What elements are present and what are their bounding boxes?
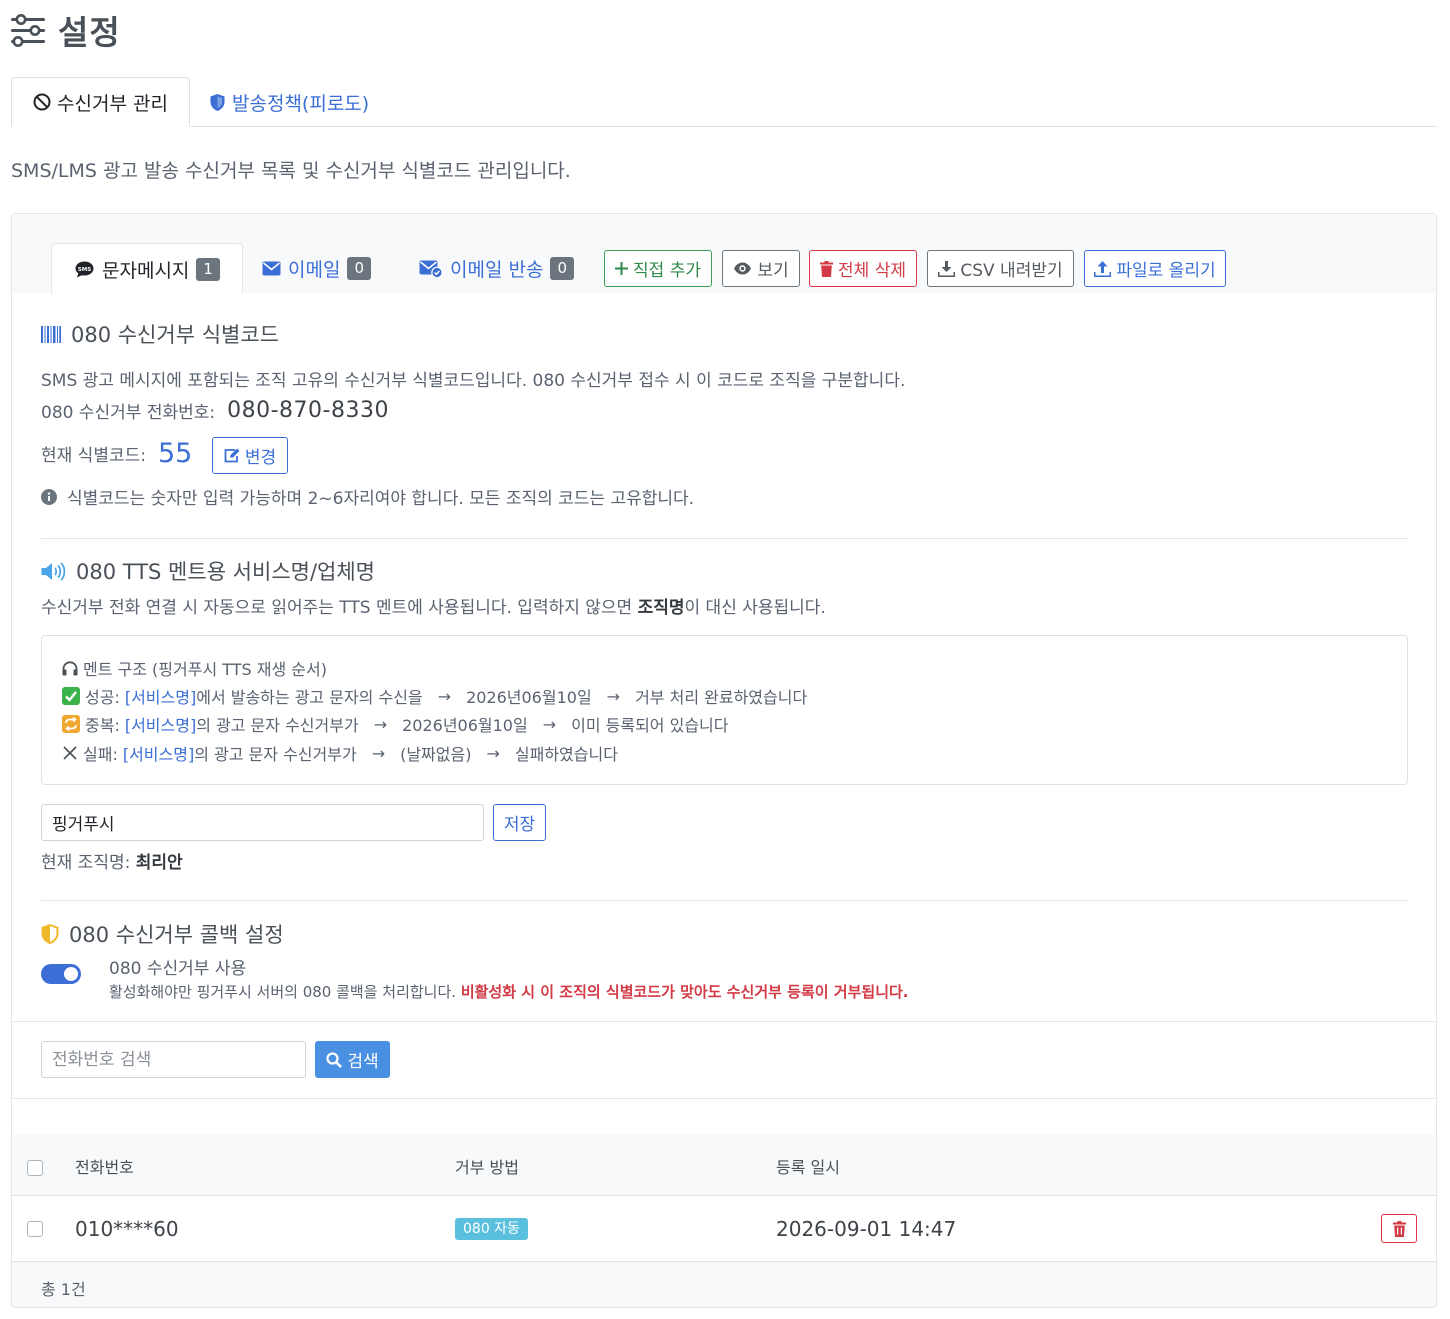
- headphones-icon: [62, 660, 78, 676]
- subtab-email-bounce[interactable]: 이메일 반송 0: [419, 243, 574, 294]
- code-section-title: 080 수신거부 식별코드: [41, 319, 279, 349]
- divider: [12, 1098, 1436, 1099]
- row-checkbox[interactable]: [27, 1221, 43, 1237]
- total-count: 총 1건: [41, 1280, 86, 1299]
- tab-label: 발송정책(피로도): [232, 92, 370, 115]
- barcode-icon: [41, 325, 61, 343]
- sliders-icon: [10, 13, 46, 47]
- column-header-method: 거부 방법: [455, 1157, 519, 1177]
- column-header-date: 등록 일시: [776, 1157, 840, 1177]
- download-icon: [938, 260, 956, 277]
- tts-section-title: 080 TTS 멘트용 서비스명/업체명: [41, 556, 375, 586]
- search-icon: [326, 1051, 343, 1068]
- envelope-icon: [262, 261, 281, 276]
- column-header-phone: 전화번호: [75, 1157, 134, 1177]
- subtab-email[interactable]: 이메일 0: [262, 243, 371, 294]
- top-tabs: 수신거부 관리 발송정책(피로도): [11, 77, 1437, 127]
- shield-half-icon: [41, 924, 59, 944]
- trash-icon: [820, 260, 834, 277]
- row-phone: 010****60: [75, 1217, 179, 1241]
- row-method: 080 자동: [455, 1196, 528, 1262]
- check-mark-icon: [62, 687, 80, 705]
- edit-icon: [224, 448, 240, 463]
- unsubscribe-card: SMS 문자메시지 1 이메일 0 이메일 반송 0 직접 추가 보기 전체 삭…: [11, 213, 1437, 1308]
- sms-bubble-icon: SMS: [74, 260, 95, 279]
- page-description: SMS/LMS 광고 발송 수신거부 목록 및 수신거부 식별코드 관리입니다.: [11, 160, 571, 182]
- search-button[interactable]: 검색: [315, 1041, 390, 1078]
- phone-search-input[interactable]: [41, 1041, 306, 1078]
- code-value: 55: [157, 438, 193, 469]
- page-title: 설정: [10, 6, 121, 54]
- upload-file-button[interactable]: 파일로 올리기: [1084, 250, 1226, 287]
- phone-value: 080-870-8330: [227, 398, 389, 423]
- callback-toggle-switch[interactable]: [41, 964, 81, 984]
- card-footer: 총 1건: [12, 1262, 1436, 1307]
- table-row: 010****60 080 자동 2026-09-01 14:47: [12, 1196, 1436, 1262]
- page-title-text: 설정: [58, 13, 121, 52]
- change-code-button[interactable]: 변경: [212, 437, 288, 474]
- row-date: 2026-09-01 14:47: [776, 1217, 957, 1241]
- envelope-check-icon: [419, 260, 443, 278]
- toggle-label: 080 수신거부 사용: [109, 959, 247, 979]
- svg-text:SMS: SMS: [78, 266, 91, 272]
- cross-mark-icon: [62, 745, 78, 761]
- delete-row-button[interactable]: [1381, 1214, 1417, 1243]
- add-direct-button[interactable]: 직접 추가: [604, 250, 712, 287]
- csv-download-button[interactable]: CSV 내려받기: [927, 250, 1074, 287]
- ment-structure-box: 멘트 구조 (핑거푸시 TTS 재생 순서) 성공: [서비스명]에서 발송하는…: [41, 635, 1408, 785]
- tab-label: 수신거부 관리: [57, 92, 168, 115]
- card-header: SMS 문자메시지 1 이메일 0 이메일 반송 0 직접 추가 보기 전체 삭…: [12, 214, 1436, 294]
- code-description: SMS 광고 메시지에 포함되는 조직 고유의 수신거부 식별코드입니다. 08…: [41, 371, 906, 391]
- callback-description: 활성화해야만 핑거푸시 서버의 080 콜백을 처리합니다. 비활성화 시 이 …: [109, 983, 909, 1001]
- divider: [12, 1021, 1436, 1022]
- tab-unsubscribe-management[interactable]: 수신거부 관리: [11, 77, 190, 127]
- method-badge: 080 자동: [455, 1218, 528, 1240]
- unsubscribe-phone: 080 수신거부 전화번호: 080-870-8330: [41, 398, 389, 423]
- save-service-name-button[interactable]: 저장: [493, 804, 546, 841]
- divider: [41, 538, 1408, 539]
- volume-icon: [41, 561, 66, 581]
- info-circle-icon: [41, 488, 57, 505]
- tts-description: 수신거부 전화 연결 시 자동으로 읽어주는 TTS 멘트에 사용됩니다. 입력…: [41, 598, 826, 618]
- callback-section-title: 080 수신거부 콜백 설정: [41, 919, 284, 949]
- repeat-icon: [62, 715, 80, 733]
- count-badge: 0: [347, 257, 371, 280]
- tab-sending-policy[interactable]: 발송정책(피로도): [209, 77, 369, 127]
- ment-duplicate-line: 중복: [서비스명]의 광고 문자 수신거부가 → 2026년06월10일 → …: [62, 712, 728, 736]
- shield-icon: [209, 93, 226, 112]
- subtab-label: 이메일: [288, 259, 341, 281]
- ment-title: 멘트 구조 (핑거푸시 TTS 재생 순서): [62, 656, 327, 680]
- delete-all-button[interactable]: 전체 삭제: [809, 250, 917, 287]
- subtab-label: 이메일 반송: [450, 259, 544, 281]
- service-name-input[interactable]: [41, 804, 484, 841]
- view-button[interactable]: 보기: [722, 250, 800, 287]
- table-header: 전화번호 거부 방법 등록 일시: [12, 1135, 1436, 1196]
- trash-icon: [1392, 1220, 1406, 1237]
- current-code: 현재 식별코드: 55: [41, 438, 193, 469]
- count-badge: 1: [196, 257, 220, 281]
- count-badge: 0: [550, 257, 574, 280]
- ment-fail-line: 실패: [서비스명]의 광고 문자 수신거부가 → (날짜없음) → 실패하였습…: [62, 741, 618, 765]
- plus-icon: [615, 262, 629, 275]
- ban-icon: [33, 93, 51, 111]
- eye-icon: [733, 262, 752, 275]
- current-org-name: 현재 조직명: 최리안: [41, 853, 183, 873]
- subtab-sms[interactable]: SMS 문자메시지 1: [51, 243, 243, 294]
- subtab-label: 문자메시지: [102, 259, 190, 282]
- divider: [41, 900, 1408, 901]
- upload-icon: [1094, 260, 1112, 277]
- code-note: 식별코드는 숫자만 입력 가능하며 2~6자리여야 합니다. 모든 조직의 코드…: [41, 484, 694, 509]
- select-all-checkbox[interactable]: [27, 1160, 43, 1176]
- ment-success-line: 성공: [서비스명]에서 발송하는 광고 문자의 수신을 → 2026년06월1…: [62, 684, 807, 708]
